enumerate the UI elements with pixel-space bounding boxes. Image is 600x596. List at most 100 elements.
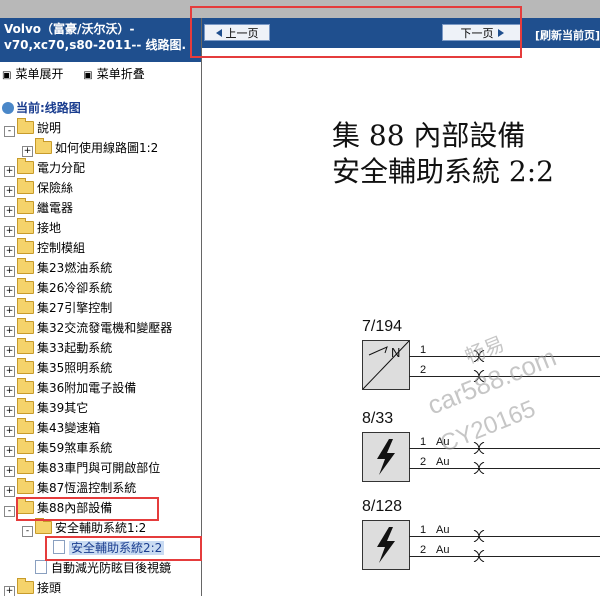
tree-item[interactable]: + 集26冷卻系統 — [0, 278, 201, 298]
collapse-menu-button[interactable]: ▣ 菜单折叠 — [83, 67, 152, 81]
expand-node-icon[interactable]: + — [4, 266, 15, 277]
expand-node-icon[interactable]: + — [4, 386, 15, 397]
collapse-node-icon[interactable]: - — [22, 526, 33, 537]
expand-node-icon[interactable]: + — [4, 226, 15, 237]
expand-node-icon[interactable]: + — [4, 206, 15, 217]
lightning-symbol-icon — [362, 520, 410, 570]
expand-node-icon[interactable]: + — [4, 406, 15, 417]
tree-item-label: 集88內部設備 — [37, 501, 113, 515]
tree-item-label: 安全輔助系統1:2 — [55, 521, 147, 535]
diagram-component: 8/33 1 Au 2 Au — [362, 410, 600, 482]
folder-icon — [17, 118, 34, 134]
tree-item[interactable]: 安全輔助系統2:2 — [0, 538, 201, 558]
folder-icon — [17, 398, 34, 414]
tree-item-label: 集83車門與可開啟部位 — [37, 461, 161, 475]
pin-number: 1 — [420, 344, 427, 356]
tree-item[interactable]: + 集27引擎控制 — [0, 298, 201, 318]
tree-item-label: 集39其它 — [37, 401, 89, 415]
tree-item-label: 電力分配 — [37, 161, 86, 175]
expand-node-icon[interactable]: + — [4, 246, 15, 257]
tree-item[interactable]: + 如何使用線路圖1:2 — [0, 138, 201, 158]
tree-item[interactable]: + 集59煞車系統 — [0, 438, 201, 458]
wire-break-icon — [472, 461, 486, 477]
document-title-line1: 集 88 內部設備 — [332, 119, 526, 152]
document-icon — [35, 560, 47, 574]
sensor-symbol-icon: N — [362, 340, 410, 390]
tree-item[interactable]: + 集36附加電子設備 — [0, 378, 201, 398]
square-icon: ▣ — [83, 70, 93, 81]
folder-icon — [17, 458, 34, 474]
tree-item[interactable]: + 集33起動系統 — [0, 338, 201, 358]
expand-node-icon[interactable]: + — [4, 306, 15, 317]
page-nav-bar: 上一页 下一页 [刷新当前页] — [202, 18, 600, 48]
tree-item[interactable]: - 安全輔助系統1:2 — [0, 518, 201, 538]
tree-item[interactable]: + 集83車門與可開啟部位 — [0, 458, 201, 478]
tree-item[interactable]: + 保險絲 — [0, 178, 201, 198]
wire-break-icon — [472, 441, 486, 457]
tree-item[interactable]: 自動減光防眩目後視鏡 — [0, 558, 201, 578]
folder-icon — [17, 158, 34, 174]
folder-icon — [17, 198, 34, 214]
tree-item[interactable]: + 繼電器 — [0, 198, 201, 218]
wire-line — [409, 356, 600, 357]
expand-menu-button[interactable]: ▣ 菜单展开 — [2, 67, 71, 81]
expand-node-icon[interactable]: + — [4, 486, 15, 497]
tree-item[interactable]: + 集23燃油系統 — [0, 258, 201, 278]
tree-item-label: 集43變速箱 — [37, 421, 101, 435]
expand-node-icon[interactable]: + — [22, 146, 33, 157]
folder-icon — [17, 298, 34, 314]
lightning-symbol-icon — [362, 432, 410, 482]
wire-line — [409, 536, 600, 537]
folder-icon — [35, 138, 52, 154]
svg-text:N: N — [391, 345, 400, 360]
next-label: 下一页 — [460, 27, 494, 40]
document-title: 集 88 內部設備 安全輔助系統 2:2 — [332, 118, 554, 190]
tree-item-label: 接地 — [37, 221, 62, 235]
tree-item[interactable]: - 說明 — [0, 118, 201, 138]
expand-node-icon[interactable]: + — [4, 366, 15, 377]
manual-title: Volvo（富豪/沃尔沃）- v70,xc70,s80-2011-- 线路图. — [0, 18, 201, 62]
folder-icon — [17, 578, 34, 594]
arrow-right-icon — [497, 29, 504, 37]
wire-line — [409, 448, 600, 449]
folder-icon — [17, 318, 34, 334]
expand-node-icon[interactable]: + — [4, 426, 15, 437]
tree-item[interactable]: + 集39其它 — [0, 398, 201, 418]
refresh-page-link[interactable]: [刷新当前页] — [535, 27, 600, 43]
expand-node-icon[interactable]: + — [4, 186, 15, 197]
pin-label: Au — [436, 436, 450, 448]
folder-icon — [17, 478, 34, 494]
tree-item[interactable]: + 集32交流發電機和變壓器 — [0, 318, 201, 338]
tree-item[interactable]: + 接頭 — [0, 578, 201, 596]
tree-item[interactable]: + 集43變速箱 — [0, 418, 201, 438]
folder-icon — [17, 258, 34, 274]
pin-label: Au — [436, 544, 450, 556]
expand-node-icon[interactable]: + — [4, 326, 15, 337]
wire-break-icon — [472, 369, 486, 385]
expand-node-icon[interactable]: + — [4, 286, 15, 297]
tree-item[interactable]: - 集88內部設備 — [0, 498, 201, 518]
tree-item[interactable]: + 電力分配 — [0, 158, 201, 178]
tree-item[interactable]: + 接地 — [0, 218, 201, 238]
prev-page-button[interactable]: 上一页 — [204, 24, 270, 41]
expand-node-icon[interactable]: + — [4, 346, 15, 357]
collapse-node-icon[interactable]: - — [4, 126, 15, 137]
tree-item[interactable]: + 集35照明系統 — [0, 358, 201, 378]
pin-number: 2 — [420, 456, 427, 468]
collapse-node-icon[interactable]: - — [4, 506, 15, 517]
expand-node-icon[interactable]: + — [4, 446, 15, 457]
wire-line — [409, 556, 600, 557]
tree-item-label: 集33起動系統 — [37, 341, 113, 355]
document-title-line2: 安全輔助系統 2:2 — [332, 155, 554, 188]
expand-node-icon[interactable]: + — [4, 466, 15, 477]
tree-item-label: 繼電器 — [37, 201, 74, 215]
menu-controls: ▣ 菜单展开 ▣ 菜单折叠 — [2, 65, 161, 82]
expand-node-icon[interactable]: + — [4, 166, 15, 177]
wire-line — [409, 468, 600, 469]
expand-node-icon[interactable]: + — [4, 586, 15, 596]
tree-item-label: 保險絲 — [37, 181, 74, 195]
next-page-button[interactable]: 下一页 — [442, 24, 522, 41]
tree-item[interactable]: + 控制模組 — [0, 238, 201, 258]
wire-line — [409, 376, 600, 377]
tree-item[interactable]: + 集87恆溫控制系統 — [0, 478, 201, 498]
